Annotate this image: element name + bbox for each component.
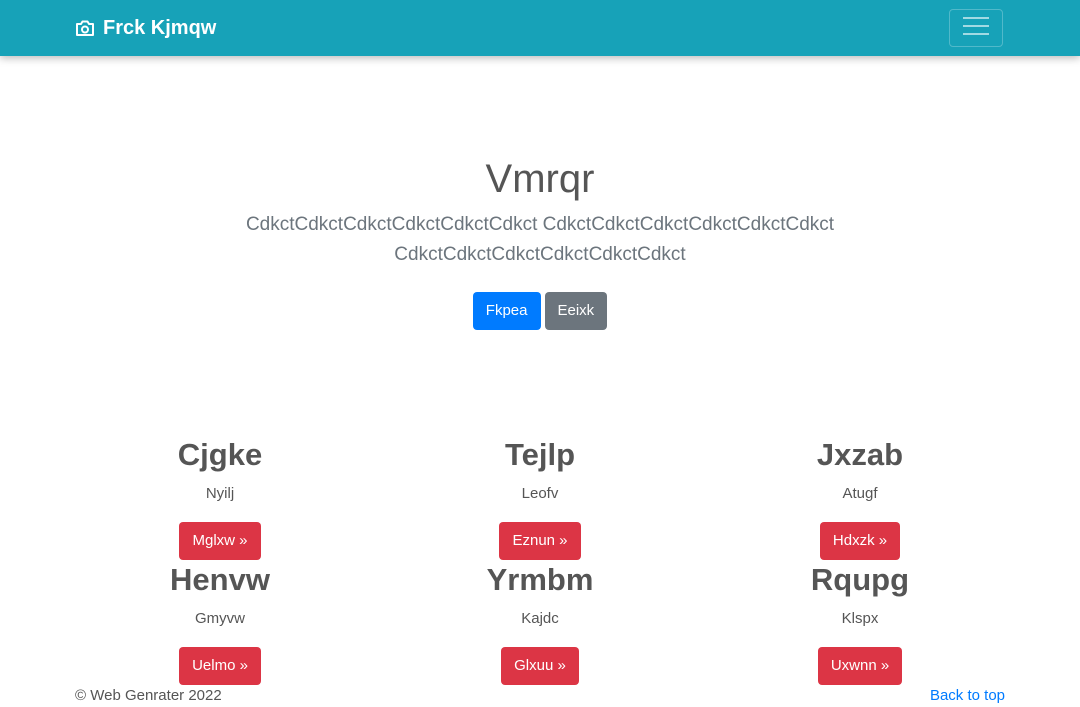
navbar: Frck Kjmqw	[0, 0, 1080, 56]
card-text: Kajdc	[521, 610, 559, 627]
card-button[interactable]: Glxuu »	[501, 647, 579, 685]
card-1: Cjgke Nyilj Mglxw »	[40, 436, 400, 560]
card-text: Klspx	[841, 610, 879, 627]
card-title: Tejlp	[504, 437, 576, 472]
card-title: Jxzab	[816, 437, 904, 472]
back-to-top-link[interactable]: Back to top	[930, 686, 1005, 706]
card-text: Gmyvw	[195, 610, 245, 627]
card-2: Tejlp Leofv Eznun »	[360, 436, 720, 560]
navbar-brand[interactable]: Frck Kjmqw	[75, 17, 216, 39]
card-5: Yrmbm Kajdc Glxuu »	[360, 561, 720, 685]
hero-title: Vmrqr	[485, 157, 595, 201]
camera-icon	[75, 19, 95, 37]
card-3: Jxzab Atugf Hdxzk »	[680, 436, 1040, 560]
card-text: Atugf	[842, 485, 878, 502]
card-text: Nyilj	[205, 485, 235, 502]
brand-text: Frck Kjmqw	[103, 17, 217, 39]
hero-lead: CdkctCdkctCdkctCdkctCdkctCdkct CdkctCdkc…	[245, 214, 835, 265]
card-title: Rqupg	[810, 562, 910, 597]
navbar-toggler-button[interactable]	[949, 9, 1003, 47]
card-4: Henvw Gmyvw Uelmo »	[40, 561, 400, 685]
card-title: Cjgke	[177, 437, 263, 472]
card-button[interactable]: Mglxw »	[179, 522, 261, 560]
card-title: Yrmbm	[486, 562, 594, 597]
hero-secondary-button[interactable]: Eeixk	[544, 292, 608, 330]
card-button[interactable]: Uelmo »	[179, 647, 261, 685]
card-button[interactable]: Hdxzk »	[819, 522, 901, 560]
card-text: Leofv	[521, 485, 559, 502]
hero-buttons: Fkpea Eeixk	[0, 292, 1080, 330]
hamburger-icon	[963, 16, 989, 41]
hero-primary-button[interactable]: Fkpea	[472, 292, 541, 330]
card-6: Rqupg Klspx Uxwnn »	[680, 561, 1040, 685]
card-title: Henvw	[170, 562, 270, 597]
footer-copyright: © Web Genrater 2022	[75, 687, 222, 704]
card-button[interactable]: Eznun »	[499, 522, 581, 560]
card-button[interactable]: Uxwnn »	[817, 647, 903, 685]
